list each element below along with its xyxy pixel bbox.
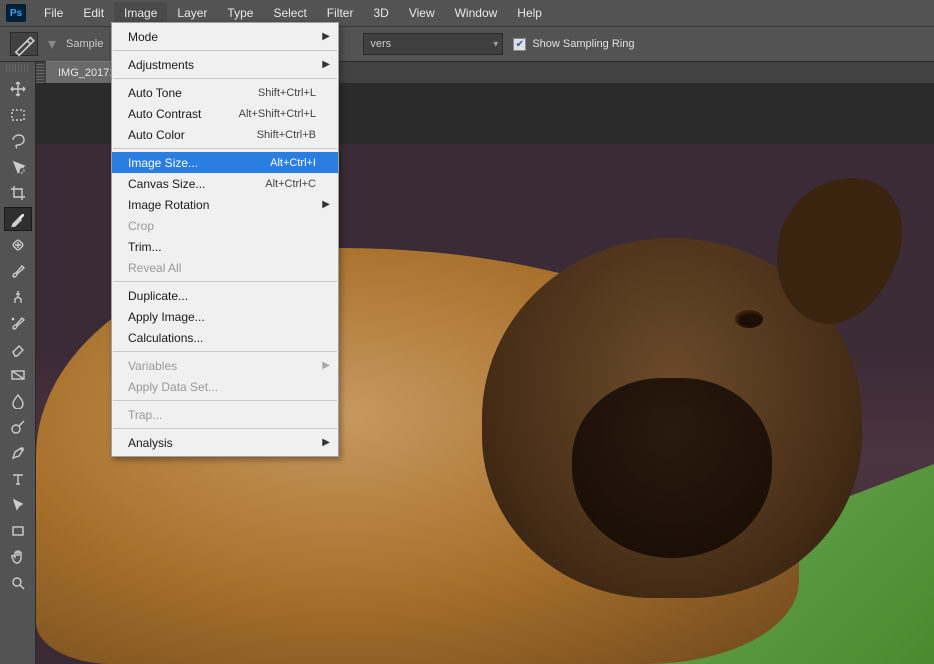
tool-preset-picker[interactable] (10, 32, 38, 56)
menu-item-label: Reveal All (128, 261, 181, 275)
menu-item-label: Variables (128, 359, 177, 373)
lasso-tool[interactable] (4, 129, 32, 153)
menu-item-apply-image[interactable]: Apply Image... (112, 306, 338, 327)
rect-marquee-tool[interactable] (4, 103, 32, 127)
menu-item-label: Apply Data Set... (128, 380, 218, 394)
menu-item-label: Adjustments (128, 58, 194, 72)
move-tool[interactable] (4, 77, 32, 101)
menu-help[interactable]: Help (507, 2, 552, 24)
menu-item-variables: Variables ▶ (112, 355, 338, 376)
menu-item-label: Mode (128, 30, 158, 44)
dodge-tool[interactable] (4, 415, 32, 439)
menu-item-label: Apply Image... (128, 310, 205, 324)
menu-select[interactable]: Select (263, 2, 316, 24)
menu-item-label: Canvas Size... (128, 177, 205, 191)
menu-separator (113, 281, 337, 282)
menu-separator (113, 148, 337, 149)
menu-item-trap: Trap... (112, 404, 338, 425)
eraser-tool[interactable] (4, 337, 32, 361)
menu-item-label: Duplicate... (128, 289, 188, 303)
submenu-arrow-icon: ▶ (322, 360, 330, 371)
eyedropper-tool[interactable] (4, 207, 32, 231)
menu-item-shortcut: Alt+Shift+Ctrl+L (239, 108, 316, 120)
menu-item-label: Auto Contrast (128, 107, 201, 121)
panel-handle[interactable] (36, 62, 44, 83)
menu-item-duplicate[interactable]: Duplicate... (112, 285, 338, 306)
image-menu-dropdown: Mode▶Adjustments▶Auto ToneShift+Ctrl+LAu… (111, 22, 339, 457)
crop-tool[interactable] (4, 181, 32, 205)
menu-window[interactable]: Window (445, 2, 508, 24)
menu-edit[interactable]: Edit (73, 2, 114, 24)
menu-view[interactable]: View (399, 2, 445, 24)
zoom-tool[interactable] (4, 571, 32, 595)
pen-tool[interactable] (4, 441, 32, 465)
menu-item-label: Crop (128, 219, 154, 233)
sample-label: Sample (66, 38, 103, 50)
history-brush-tool[interactable] (4, 311, 32, 335)
menu-item-crop: Crop (112, 215, 338, 236)
menu-item-mode[interactable]: Mode ▶ (112, 26, 338, 47)
menu-separator (113, 351, 337, 352)
menu-item-adjustments[interactable]: Adjustments ▶ (112, 54, 338, 75)
healing-tool[interactable] (4, 233, 32, 257)
brush-tool[interactable] (4, 259, 32, 283)
menu-item-label: Image Size... (128, 156, 198, 170)
checkbox-icon: ✔ (513, 38, 526, 51)
menu-separator (113, 78, 337, 79)
menu-type[interactable]: Type (217, 2, 263, 24)
clone-tool[interactable] (4, 285, 32, 309)
menu-image[interactable]: Image (114, 2, 167, 24)
menu-file[interactable]: File (34, 2, 73, 24)
submenu-arrow-icon: ▶ (322, 31, 330, 42)
hand-tool[interactable] (4, 545, 32, 569)
menu-item-label: Trap... (128, 408, 162, 422)
tools-panel (0, 62, 36, 664)
menu-item-trim[interactable]: Trim... (112, 236, 338, 257)
menu-item-auto-contrast[interactable]: Auto Contrast Alt+Shift+Ctrl+L (112, 103, 338, 124)
rectangle-tool[interactable] (4, 519, 32, 543)
submenu-arrow-icon: ▶ (322, 59, 330, 70)
gradient-tool[interactable] (4, 363, 32, 387)
menu-item-calculations[interactable]: Calculations... (112, 327, 338, 348)
menu-separator (113, 400, 337, 401)
menu-filter[interactable]: Filter (317, 2, 364, 24)
menu-item-apply-data-set: Apply Data Set... (112, 376, 338, 397)
menu-item-label: Auto Color (128, 128, 185, 142)
path-select-tool[interactable] (4, 493, 32, 517)
sample-layers-dropdown[interactable]: vers (363, 33, 503, 55)
menu-3d[interactable]: 3D (363, 2, 398, 24)
submenu-arrow-icon: ▶ (322, 437, 330, 448)
menu-item-auto-color[interactable]: Auto Color Shift+Ctrl+B (112, 124, 338, 145)
menu-item-canvas-size[interactable]: Canvas Size... Alt+Ctrl+C (112, 173, 338, 194)
menu-layer[interactable]: Layer (167, 2, 217, 24)
menu-item-label: Image Rotation (128, 198, 209, 212)
menu-separator (113, 428, 337, 429)
menu-item-label: Auto Tone (128, 86, 182, 100)
menu-item-label: Calculations... (128, 331, 203, 345)
menu-item-auto-tone[interactable]: Auto Tone Shift+Ctrl+L (112, 82, 338, 103)
show-sampling-ring-checkbox[interactable]: ✔ Show Sampling Ring (513, 38, 634, 51)
menu-item-label: Trim... (128, 240, 162, 254)
quick-select-tool[interactable] (4, 155, 32, 179)
menu-item-shortcut: Shift+Ctrl+L (258, 87, 316, 99)
type-tool[interactable] (4, 467, 32, 491)
menu-item-shortcut: Alt+Ctrl+I (270, 157, 316, 169)
menu-item-shortcut: Alt+Ctrl+C (265, 178, 316, 190)
blur-tool[interactable] (4, 389, 32, 413)
panel-handle[interactable] (6, 64, 29, 72)
menu-separator (113, 50, 337, 51)
submenu-arrow-icon: ▶ (322, 199, 330, 210)
menu-item-shortcut: Shift+Ctrl+B (257, 129, 316, 141)
app-icon: Ps (6, 4, 26, 22)
menu-item-image-size[interactable]: Image Size... Alt+Ctrl+I (112, 152, 338, 173)
menu-item-analysis[interactable]: Analysis ▶ (112, 432, 338, 453)
menu-item-label: Analysis (128, 436, 173, 450)
menu-item-image-rotation[interactable]: Image Rotation ▶ (112, 194, 338, 215)
menu-item-reveal-all: Reveal All (112, 257, 338, 278)
